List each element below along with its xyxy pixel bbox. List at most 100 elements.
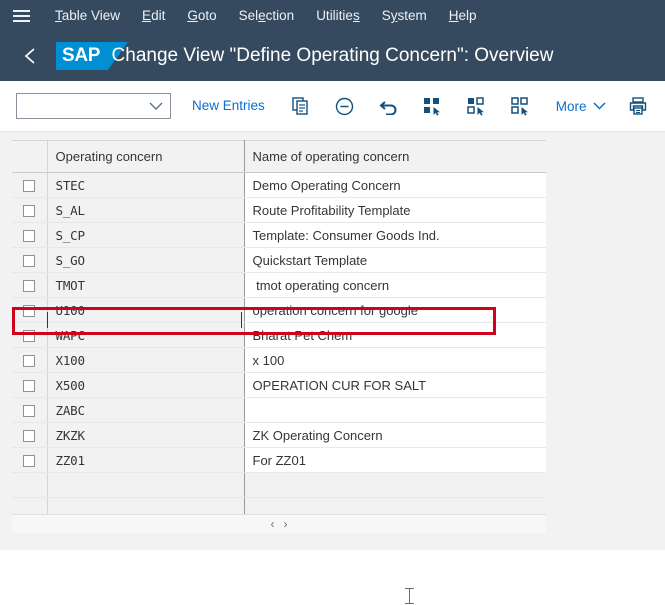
row-checkbox[interactable] xyxy=(23,430,36,443)
new-entries-button[interactable]: New Entries xyxy=(183,91,274,121)
cell-name[interactable] xyxy=(244,472,546,498)
row-checkbox-cell[interactable] xyxy=(12,297,48,323)
mouse-ibeam-cursor xyxy=(405,587,414,605)
menu-item-table-view[interactable]: Table View xyxy=(44,0,131,31)
menu-item-goto[interactable]: Goto xyxy=(176,0,227,31)
hamburger-line xyxy=(12,9,30,12)
table-row[interactable]: ZZ01 For ZZ01 xyxy=(12,447,546,473)
table-row[interactable]: STEC Demo Operating Concern xyxy=(12,172,546,198)
cell-operating-concern[interactable]: U100 xyxy=(47,297,245,323)
table-row[interactable]: ZKZK ZK Operating Concern xyxy=(12,422,546,448)
menu-item-label: oto xyxy=(197,8,217,23)
cell-name[interactable]: Bharat Pet Chem xyxy=(244,322,546,348)
column-header-operating-concern: Operating concern xyxy=(47,140,245,173)
more-menu-button[interactable]: More xyxy=(556,99,606,114)
menu-item-utilities[interactable]: Utilities xyxy=(305,0,371,31)
row-checkbox-cell[interactable] xyxy=(12,372,48,398)
printer-icon[interactable] xyxy=(623,91,653,121)
select-block-icon[interactable] xyxy=(460,90,494,122)
delete-minus-icon[interactable] xyxy=(328,90,362,122)
row-checkbox-cell[interactable] xyxy=(12,447,48,473)
action-toolbar: New Entries More xyxy=(0,81,665,132)
chevron-down-icon xyxy=(593,102,606,110)
table-row[interactable]: X100 x 100 xyxy=(12,347,546,373)
cell-name[interactable]: operation concern for google xyxy=(244,297,546,323)
cell-name[interactable]: tmot operating concern xyxy=(244,272,546,298)
table-row[interactable]: X500 OPERATION CUR FOR SALT xyxy=(12,372,546,398)
text-caret-name xyxy=(241,312,242,328)
scroll-right-icon[interactable]: › xyxy=(284,518,288,530)
row-checkbox-cell[interactable] xyxy=(12,197,48,223)
table-row[interactable]: S_CP Template: Consumer Goods Ind. xyxy=(12,222,546,248)
undo-icon[interactable] xyxy=(372,90,406,122)
row-checkbox[interactable] xyxy=(23,255,36,268)
row-checkbox-cell[interactable] xyxy=(12,322,48,348)
menu-item-edit[interactable]: Edit xyxy=(131,0,176,31)
cell-name[interactable]: Template: Consumer Goods Ind. xyxy=(244,222,546,248)
select-all-icon[interactable] xyxy=(416,90,450,122)
table-row[interactable]: S_AL Route Profitability Template xyxy=(12,197,546,223)
row-checkbox[interactable] xyxy=(23,380,36,393)
cell-name[interactable]: Route Profitability Template xyxy=(244,197,546,223)
menu-item-system[interactable]: System xyxy=(371,0,438,31)
cell-operating-concern[interactable]: ZKZK xyxy=(47,422,245,448)
row-checkbox[interactable] xyxy=(23,305,36,318)
row-checkbox-cell[interactable] xyxy=(12,222,48,248)
cell-name[interactable]: Quickstart Template xyxy=(244,247,546,273)
row-checkbox[interactable] xyxy=(23,180,36,193)
row-checkbox[interactable] xyxy=(23,405,36,418)
menu-bar: Table View Edit Goto Selection Utilities… xyxy=(0,0,665,31)
row-checkbox-cell[interactable] xyxy=(12,422,48,448)
cell-name[interactable]: ZK Operating Concern xyxy=(244,422,546,448)
cell-operating-concern[interactable]: X100 xyxy=(47,347,245,373)
cell-name[interactable]: For ZZ01 xyxy=(244,447,546,473)
sap-logo[interactable]: SAP xyxy=(56,42,128,70)
cell-name[interactable] xyxy=(244,397,546,423)
cell-operating-concern[interactable]: ZABC xyxy=(47,397,245,423)
cell-operating-concern[interactable]: S_AL xyxy=(47,197,245,223)
copy-icon[interactable] xyxy=(284,90,318,122)
cell-operating-concern[interactable]: S_CP xyxy=(47,222,245,248)
cell-operating-concern[interactable]: S_GO xyxy=(47,247,245,273)
cell-operating-concern[interactable] xyxy=(47,472,245,498)
menu-item-selection[interactable]: Selection xyxy=(228,0,306,31)
table-row[interactable]: S_GO Quickstart Template xyxy=(12,247,546,273)
cell-operating-concern[interactable]: WAPC xyxy=(47,322,245,348)
row-checkbox[interactable] xyxy=(23,230,36,243)
cell-operating-concern[interactable]: X500 xyxy=(47,372,245,398)
table-row[interactable]: TMOT tmot operating concern xyxy=(12,272,546,298)
row-checkbox-cell[interactable] xyxy=(12,247,48,273)
cell-name[interactable]: x 100 xyxy=(244,347,546,373)
column-header-name: Name of operating concern xyxy=(244,140,546,173)
row-checkbox[interactable] xyxy=(23,280,36,293)
table-row[interactable]: WAPC Bharat Pet Chem xyxy=(12,322,546,348)
row-checkbox-cell[interactable] xyxy=(12,172,48,198)
text-caret-key xyxy=(47,312,48,328)
row-checkbox[interactable] xyxy=(23,330,36,343)
table-row[interactable]: ZABC xyxy=(12,397,546,423)
row-checkbox[interactable] xyxy=(23,355,36,368)
cell-operating-concern[interactable]: STEC xyxy=(47,172,245,198)
column-header-select xyxy=(12,140,48,173)
variant-dropdown[interactable] xyxy=(16,93,171,119)
back-chevron-icon[interactable] xyxy=(14,40,46,72)
menu-item-label: ction xyxy=(265,8,295,23)
cell-operating-concern[interactable]: ZZ01 xyxy=(47,447,245,473)
menu-item-help[interactable]: Help xyxy=(438,0,488,31)
row-checkbox-cell[interactable] xyxy=(12,347,48,373)
cell-operating-concern[interactable]: TMOT xyxy=(47,272,245,298)
row-checkbox[interactable] xyxy=(23,205,36,218)
deselect-all-icon[interactable] xyxy=(504,90,538,122)
row-checkbox[interactable] xyxy=(23,455,36,468)
sap-logo-text: SAP xyxy=(62,45,101,66)
scroll-left-icon[interactable]: ‹ xyxy=(271,518,275,530)
table-row[interactable]: U100 operation concern for google xyxy=(12,297,546,323)
hamburger-menu-icon[interactable] xyxy=(8,5,34,27)
row-checkbox-cell[interactable] xyxy=(12,397,48,423)
more-label: More xyxy=(555,98,587,114)
table-body: STEC Demo Operating Concern S_AL Route P… xyxy=(12,172,546,523)
row-checkbox-cell[interactable] xyxy=(12,272,48,298)
cell-name[interactable]: OPERATION CUR FOR SALT xyxy=(244,372,546,398)
cell-name[interactable]: Demo Operating Concern xyxy=(244,172,546,198)
table-row[interactable] xyxy=(12,472,546,498)
